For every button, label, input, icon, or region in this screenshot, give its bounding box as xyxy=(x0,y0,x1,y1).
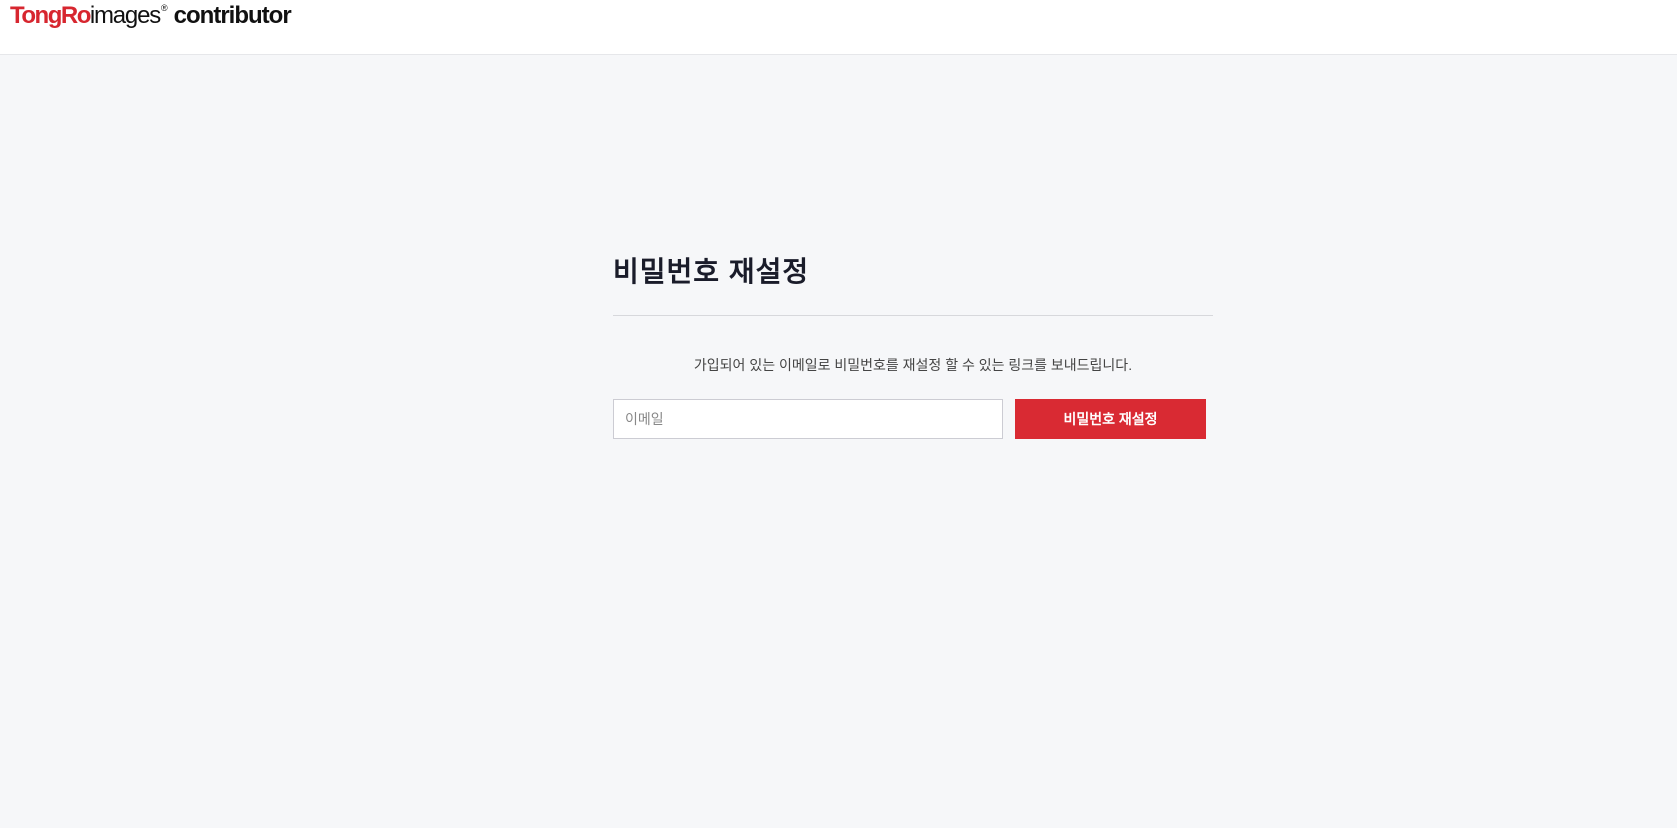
page-title: 비밀번호 재설정 xyxy=(613,256,810,287)
reset-instruction-text: 가입되어 있는 이메일로 비밀번호를 재설정 할 수 있는 링크를 보내드립니다… xyxy=(693,357,1133,373)
logo-tongro-text: TongRo xyxy=(10,2,91,29)
tongroimages-contributor-logo[interactable]: TongRo images ® contributor xyxy=(10,2,292,32)
registered-mark: ® xyxy=(161,3,168,13)
title-divider xyxy=(613,315,1213,316)
reset-password-button[interactable]: 비밀번호 재설정 xyxy=(1015,399,1206,439)
password-reset-panel: 비밀번호 재설정 가입되어 있는 이메일로 비밀번호를 재설정 할 수 있는 링… xyxy=(613,252,1213,439)
logo-images-text: images xyxy=(89,2,161,29)
email-input[interactable] xyxy=(613,399,1003,439)
site-header: TongRo images ® contributor xyxy=(0,0,1677,55)
logo-contributor-text: contributor xyxy=(173,2,292,29)
